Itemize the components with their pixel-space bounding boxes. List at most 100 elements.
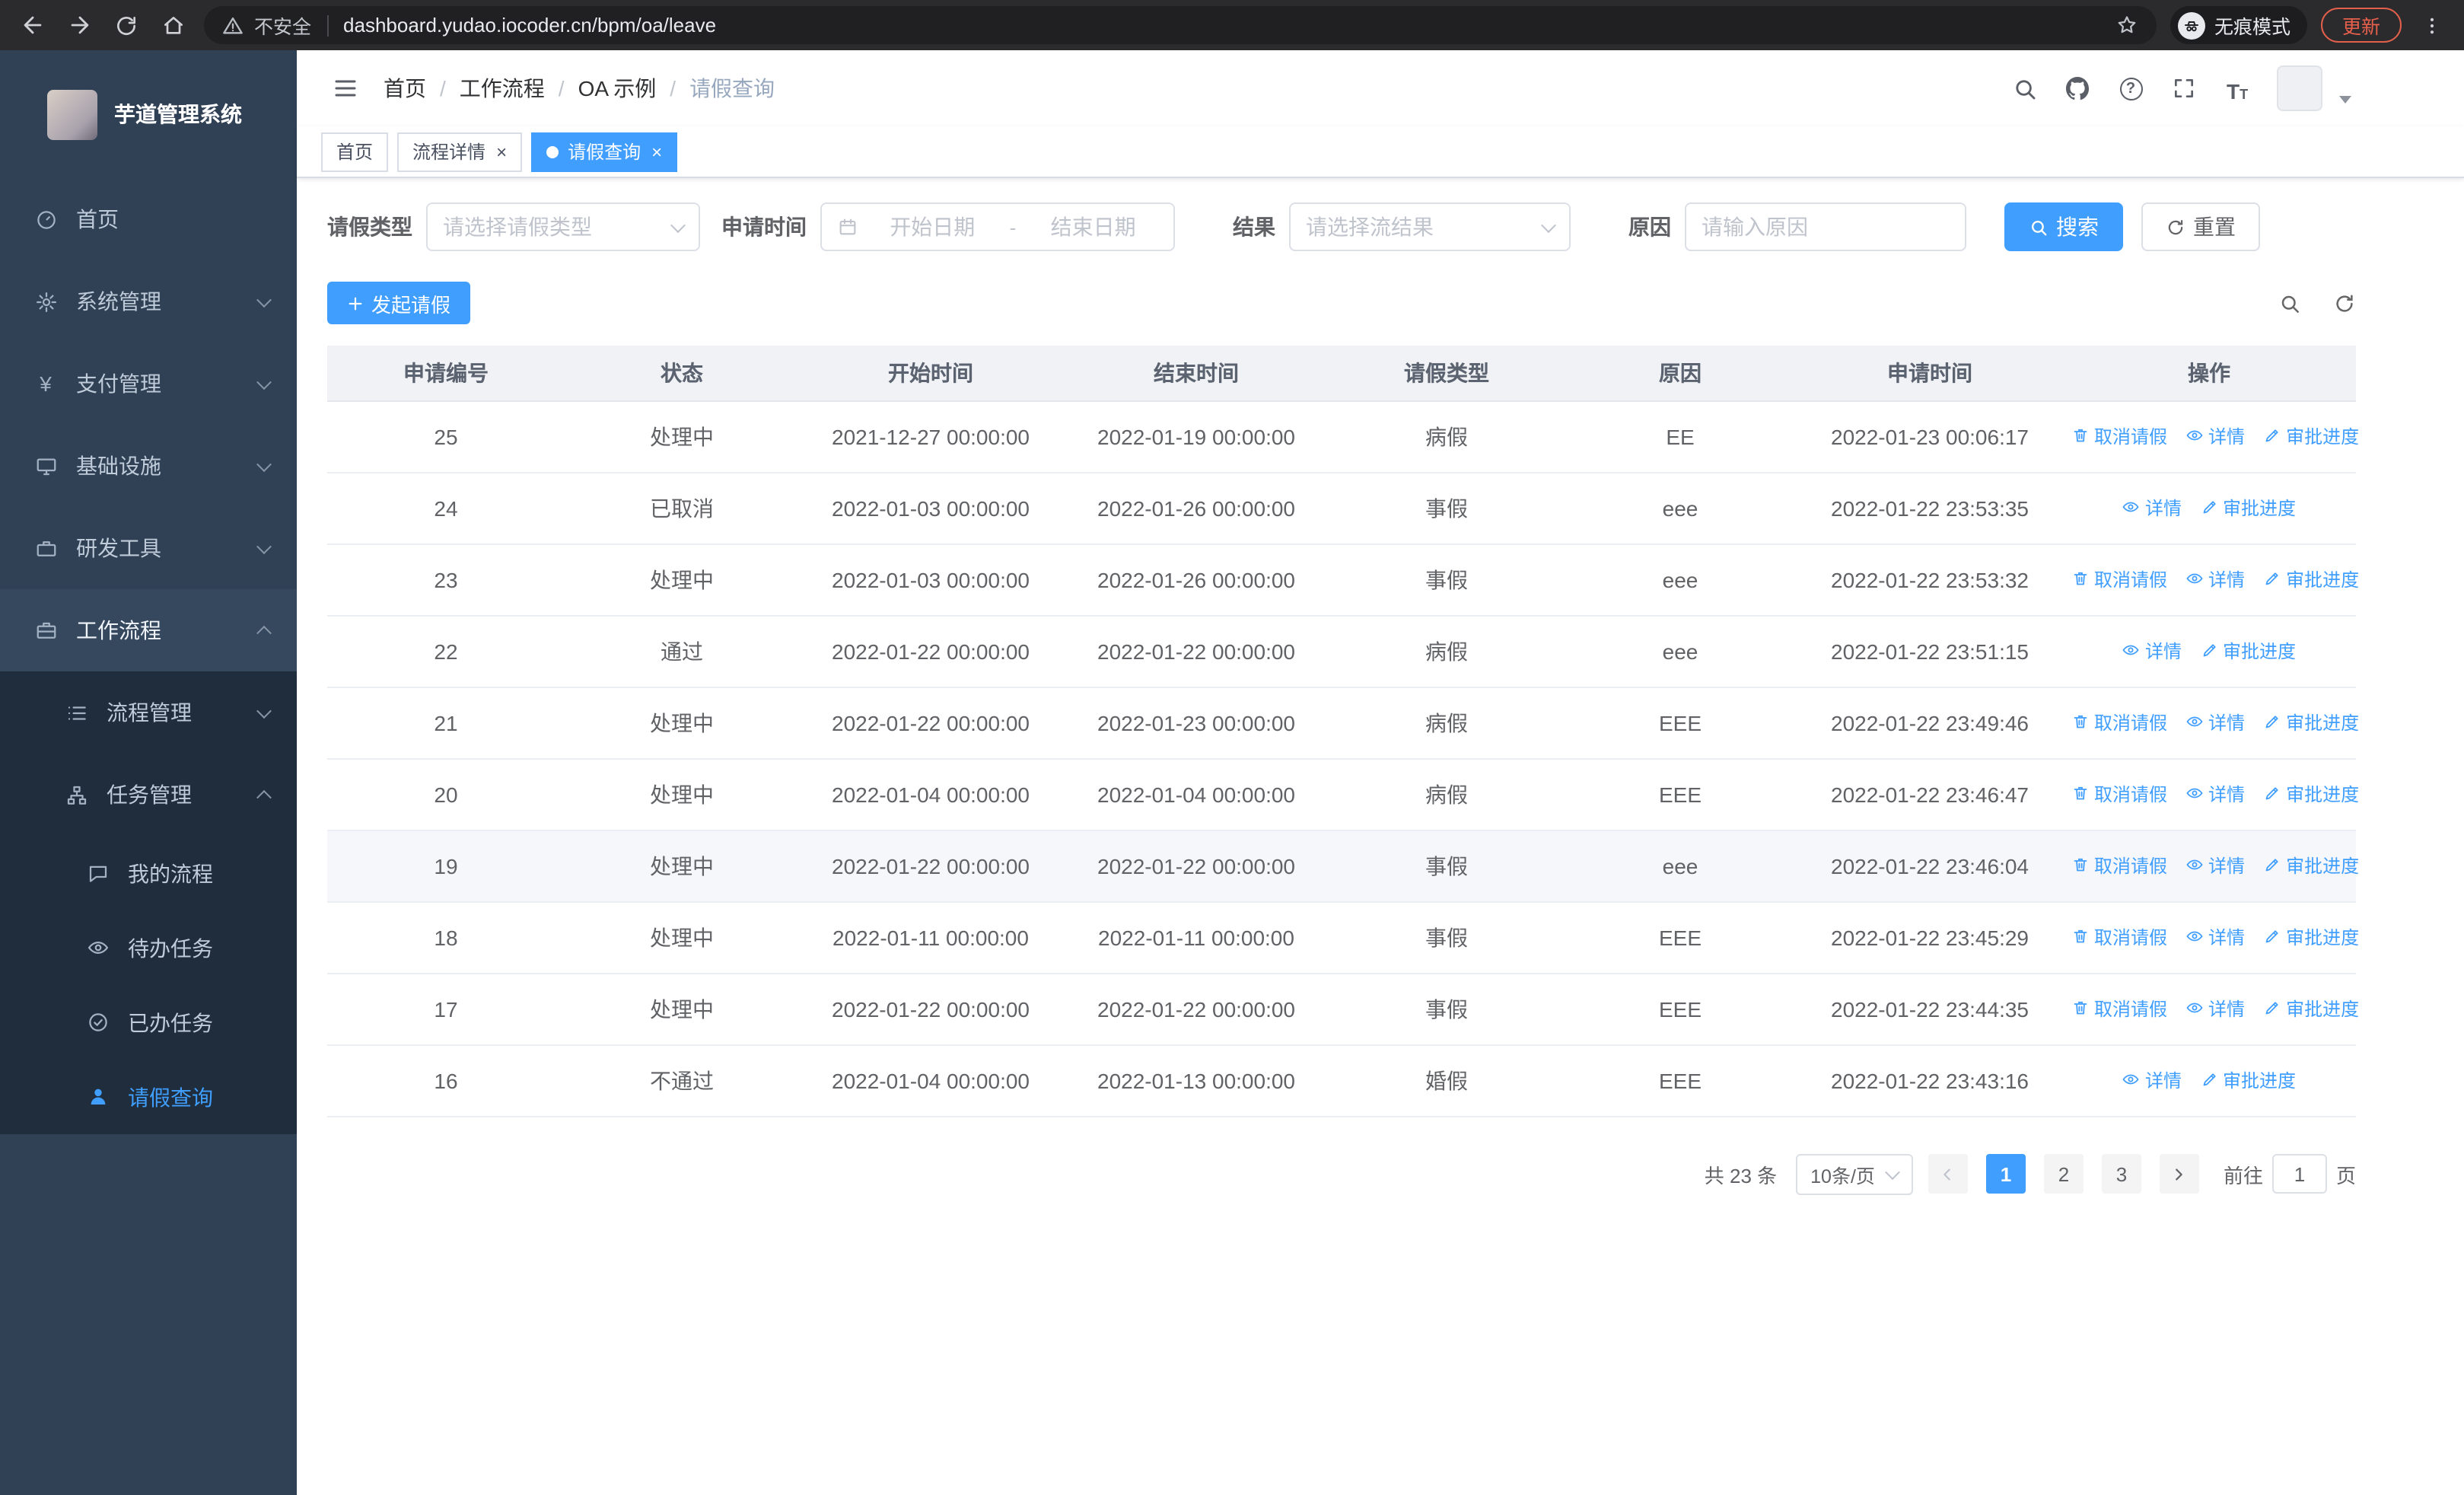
table-row[interactable]: 18 处理中 2022-01-11 00:00:00 2022-01-11 00:00…	[327, 901, 2359, 974]
refresh-table-icon[interactable]	[2332, 291, 2356, 315]
fullscreen-icon[interactable]	[2170, 75, 2198, 102]
detail-link[interactable]: 详情	[2122, 495, 2182, 521]
detail-link[interactable]: 详情	[2185, 566, 2245, 592]
breadcrumb-item[interactable]: OA 示例	[578, 73, 657, 104]
apply-time-range-picker[interactable]: -	[820, 202, 1175, 251]
browser-menu-icon[interactable]	[2415, 8, 2449, 42]
help-icon[interactable]: ?	[2117, 75, 2144, 102]
breadcrumb-item[interactable]: 首页	[384, 73, 426, 104]
goto-page-input[interactable]	[2271, 1154, 2327, 1194]
sidebar-item-home[interactable]: 首页	[0, 178, 297, 260]
table-row[interactable]: 24 已取消 2022-01-03 00:00:00 2022-01-26 00:00…	[327, 472, 2356, 544]
cancel-leave-link[interactable]: 取消请假	[2071, 924, 2167, 950]
page-button-2[interactable]: 2	[2043, 1154, 2084, 1194]
sidebar-item-payment[interactable]: ¥ 支付管理	[0, 343, 297, 425]
sidebar-item-workflow[interactable]: 工作流程	[0, 589, 297, 671]
table-row[interactable]: 19 处理中 2022-01-22 00:00:00 2022-01-22 00:00…	[327, 830, 2359, 902]
cancel-leave-link[interactable]: 取消请假	[2071, 853, 2167, 878]
leave-type-select[interactable]	[426, 202, 700, 251]
close-icon[interactable]: ×	[651, 142, 662, 161]
approval-progress-link[interactable]: 审批进度	[2200, 1067, 2296, 1093]
table-row[interactable]: 23 处理中 2022-01-03 00:00:00 2022-01-26 00:00…	[327, 543, 2359, 616]
table-row[interactable]: 16 不通过 2022-01-04 00:00:00 2022-01-13 00:00…	[327, 1044, 2356, 1117]
approval-progress-link[interactable]: 审批进度	[2200, 638, 2296, 664]
sidebar-item-dev-tools[interactable]: 研发工具	[0, 507, 297, 589]
bookmark-star-icon[interactable]	[2115, 14, 2138, 37]
cancel-leave-link[interactable]: 取消请假	[2071, 566, 2167, 592]
approval-progress-link[interactable]: 审批进度	[2263, 924, 2359, 950]
reset-button[interactable]: 重置	[2141, 202, 2260, 251]
detail-link[interactable]: 详情	[2185, 709, 2245, 735]
approval-progress-link[interactable]: 审批进度	[2263, 781, 2359, 807]
avatar[interactable]	[2277, 65, 2322, 111]
approval-progress-link[interactable]: 审批进度	[2263, 853, 2359, 878]
sidebar-item-todo-tasks[interactable]: 待办任务	[0, 910, 297, 985]
back-icon[interactable]	[15, 8, 49, 42]
search-button[interactable]: 搜索	[2004, 202, 2123, 251]
cancel-leave-link[interactable]: 取消请假	[2071, 781, 2167, 807]
page-button-3[interactable]: 3	[2101, 1154, 2141, 1194]
detail-link[interactable]: 详情	[2185, 853, 2245, 878]
reload-icon[interactable]	[110, 8, 143, 42]
approval-progress-link[interactable]: 审批进度	[2263, 423, 2359, 449]
detail-link[interactable]: 详情	[2185, 423, 2245, 449]
sidebar-item-my-process[interactable]: 我的流程	[0, 836, 297, 910]
forward-icon[interactable]	[62, 8, 96, 42]
sidebar-item-process-management[interactable]: 流程管理	[0, 671, 297, 754]
sidebar-collapse-icon[interactable]	[320, 75, 371, 102]
end-date-input[interactable]	[1028, 215, 1158, 239]
tab-leave-query[interactable]: 请假查询 ×	[531, 132, 678, 171]
update-button[interactable]: 更新	[2320, 8, 2402, 43]
url-text[interactable]: dashboard.yudao.iocoder.cn/bpm/oa/leave	[343, 14, 2105, 37]
tab-process-detail[interactable]: 流程详情 ×	[397, 132, 523, 171]
avatar-caret-icon[interactable]	[2339, 95, 2351, 103]
sidebar-item-infrastructure[interactable]: 基础设施	[0, 425, 297, 507]
detail-link[interactable]: 详情	[2185, 996, 2245, 1022]
tab-home[interactable]: 首页	[321, 132, 389, 171]
detail-link[interactable]: 详情	[2122, 638, 2182, 664]
table-row[interactable]: 20 处理中 2022-01-04 00:00:00 2022-01-04 00:00…	[327, 758, 2359, 830]
page-button-1[interactable]: 1	[1985, 1154, 2026, 1194]
breadcrumb-item[interactable]: 工作流程	[460, 73, 545, 104]
approval-progress-link[interactable]: 审批进度	[2263, 709, 2359, 735]
security-warning-icon[interactable]	[222, 14, 244, 36]
table-row[interactable]: 17 处理中 2022-01-22 00:00:00 2022-01-22 00:00…	[327, 973, 2359, 1045]
sidebar-item-done-tasks[interactable]: 已办任务	[0, 985, 297, 1060]
sidebar-item-task-management[interactable]: 任务管理	[0, 754, 297, 836]
table-row[interactable]: 21 处理中 2022-01-22 00:00:00 2022-01-23 00:00…	[327, 687, 2359, 759]
detail-link[interactable]: 详情	[2122, 1067, 2182, 1093]
cancel-leave-link[interactable]: 取消请假	[2071, 996, 2167, 1022]
result-input[interactable]	[1306, 215, 1534, 239]
table-row[interactable]: 25 处理中 2021-12-27 00:00:00 2022-01-19 00:00…	[327, 400, 2359, 473]
prev-page-button[interactable]	[1928, 1154, 1968, 1194]
github-icon[interactable]	[2064, 75, 2091, 102]
reason-input[interactable]	[1702, 215, 1950, 239]
create-leave-button[interactable]: 发起请假	[327, 282, 471, 324]
next-page-button[interactable]	[2159, 1154, 2199, 1194]
close-icon[interactable]: ×	[496, 142, 507, 161]
page-size-select[interactable]: 10条/页	[1795, 1153, 1913, 1194]
reason-field[interactable]	[1685, 202, 1966, 251]
home-icon[interactable]	[157, 8, 190, 42]
cancel-leave-link[interactable]: 取消请假	[2071, 423, 2167, 449]
result-select[interactable]	[1289, 202, 1571, 251]
sidebar-logo[interactable]: 芋道管理系统	[0, 50, 297, 178]
approval-progress-link[interactable]: 审批进度	[2263, 996, 2359, 1022]
table-row[interactable]: 22 通过 2022-01-22 00:00:00 2022-01-22 00:00:…	[327, 615, 2356, 687]
approval-progress-link[interactable]: 审批进度	[2200, 495, 2296, 521]
font-size-icon[interactable]: TT	[2224, 75, 2251, 102]
approval-progress-link[interactable]: 审批进度	[2263, 566, 2359, 592]
search-toggle-icon[interactable]	[2277, 291, 2301, 315]
detail-link[interactable]: 详情	[2185, 781, 2245, 807]
sidebar-item-leave-query[interactable]: 请假查询	[0, 1060, 297, 1134]
search-icon[interactable]	[2010, 75, 2038, 102]
detail-link[interactable]: 详情	[2185, 924, 2245, 950]
cancel-leave-link[interactable]: 取消请假	[2071, 709, 2167, 735]
sidebar-item-system[interactable]: 系统管理	[0, 260, 297, 343]
address-bar[interactable]: 不安全 dashboard.yudao.iocoder.cn/bpm/oa/le…	[204, 6, 2157, 44]
goto-label: 前往	[2223, 1164, 2263, 1187]
monitor-icon	[33, 454, 58, 478]
incognito-badge: 无痕模式	[2170, 6, 2307, 44]
start-date-input[interactable]	[867, 215, 998, 239]
leave-type-input[interactable]	[443, 215, 664, 239]
